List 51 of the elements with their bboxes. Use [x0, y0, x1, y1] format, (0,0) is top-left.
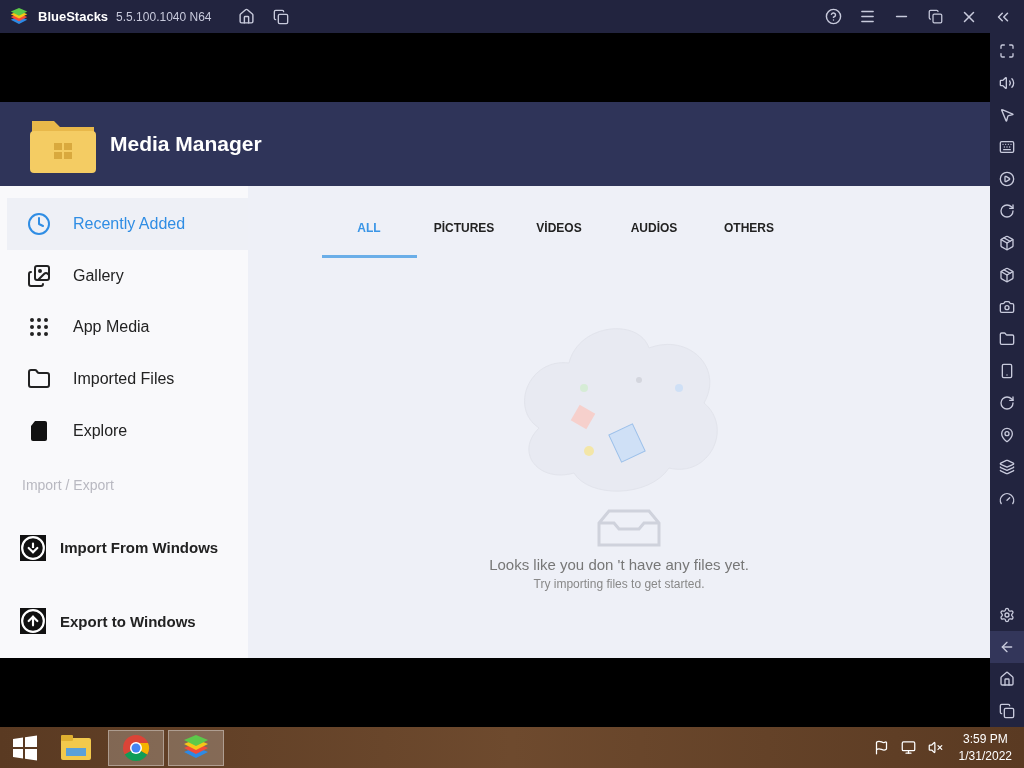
- tab[interactable]: OTHERS: [701, 200, 797, 258]
- camera-icon[interactable]: [999, 299, 1015, 315]
- rotate-icon[interactable]: [999, 395, 1015, 411]
- gauge-icon[interactable]: [999, 491, 1015, 507]
- pointer-icon[interactable]: [999, 107, 1015, 123]
- browser-icon: [122, 733, 150, 762]
- app-title: Media Manager: [110, 132, 262, 156]
- clock-time: 3:59 PM: [962, 732, 1008, 746]
- empty-message: Looks like you don 't have any files yet.: [489, 556, 749, 573]
- app-logo: [8, 6, 30, 27]
- home-icon[interactable]: [999, 671, 1015, 687]
- folder-icon: [60, 733, 92, 762]
- back-button[interactable]: [990, 631, 1024, 663]
- empty-hint: Try importing files to get started.: [533, 577, 705, 591]
- sidebar-item[interactable]: Explore: [7, 405, 248, 457]
- home-icon[interactable]: [238, 8, 255, 25]
- import-icon: [20, 534, 46, 561]
- sidebar-item[interactable]: App Media: [7, 301, 248, 354]
- sidebar-item[interactable]: Imported Files: [7, 353, 248, 405]
- keyboard-icon[interactable]: [999, 139, 1015, 155]
- play-icon[interactable]: [999, 171, 1015, 187]
- tab[interactable]: PİCTURES: [416, 200, 512, 258]
- rotate-icon[interactable]: [999, 203, 1015, 219]
- sidebar-item[interactable]: Gallery: [7, 249, 248, 302]
- sidebar-action[interactable]: Import From Windows: [0, 510, 248, 585]
- clock-date: 1/31/2022: [958, 749, 1012, 763]
- folder-icon[interactable]: [999, 331, 1015, 347]
- export-icon: [20, 608, 46, 635]
- help-icon[interactable]: [824, 8, 842, 25]
- app-name: BlueStacks: [38, 9, 109, 24]
- taskbar-app[interactable]: [168, 729, 224, 766]
- gallery-icon: [27, 263, 51, 288]
- menu-icon[interactable]: [858, 8, 876, 25]
- fullscreen-icon[interactable]: [999, 43, 1015, 59]
- multi-instance-icon[interactable]: [272, 8, 289, 25]
- section-label: Import / Export: [21, 475, 115, 495]
- recent-apps-icon[interactable]: [999, 703, 1015, 719]
- sidebar-action[interactable]: Export to Windows: [0, 584, 248, 659]
- tab[interactable]: AUDİOS: [606, 200, 702, 258]
- settings-icon[interactable]: [999, 607, 1015, 623]
- box-icon[interactable]: [999, 267, 1015, 283]
- app-version: 5.5.100.1040 N64: [116, 9, 212, 24]
- volume-icon[interactable]: [999, 75, 1015, 91]
- layers-icon[interactable]: [999, 459, 1015, 475]
- restore-icon[interactable]: [927, 9, 943, 24]
- clock-icon: [27, 211, 51, 236]
- phone-icon[interactable]: [999, 363, 1015, 379]
- tab[interactable]: VİDEOS: [511, 200, 607, 258]
- taskbar-app[interactable]: [108, 729, 164, 766]
- box-icon[interactable]: [999, 235, 1015, 251]
- location-icon[interactable]: [999, 427, 1015, 443]
